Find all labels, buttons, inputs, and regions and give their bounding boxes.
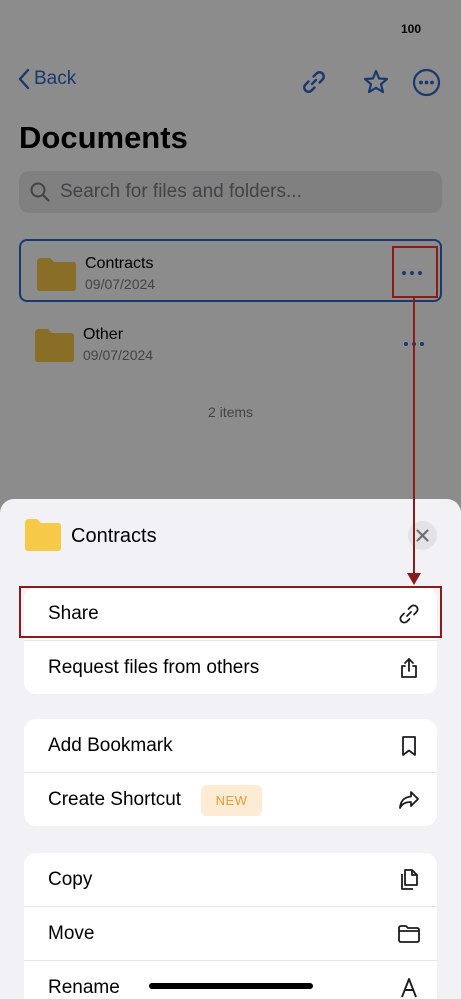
highlight-box-share [19,586,442,638]
highlight-box-more-options [392,246,438,298]
menu-group-file-actions: Copy Move Rename [24,853,437,999]
action-sheet: Contracts Share Request files from other [0,499,461,999]
folder-icon [25,519,61,551]
menu-item-create-shortcut[interactable]: Create Shortcut NEW [24,773,437,826]
menu-item-label: Rename [48,977,120,998]
menu-item-request-files[interactable]: Request files from others [24,641,437,694]
annotation-arrow-head [407,573,421,585]
menu-item-rename[interactable]: Rename [24,961,437,999]
home-indicator [149,983,313,989]
menu-item-add-bookmark[interactable]: Add Bookmark [24,719,437,773]
copy-icon [401,869,418,890]
folder-outline-icon [398,925,420,943]
upload-icon [401,658,417,678]
new-badge: NEW [201,785,262,816]
menu-item-label: Create Shortcut [48,789,182,810]
menu-item-label: Add Bookmark [48,735,173,756]
menu-group-bookmarks: Add Bookmark Create Shortcut NEW [24,719,437,826]
menu-item-label: Copy [48,869,93,890]
bookmark-icon [402,736,416,756]
menu-item-label: Request files from others [48,657,260,678]
rename-icon [401,978,417,998]
menu-item-move[interactable]: Move [24,907,437,961]
sheet-title: Contracts [71,525,157,547]
shortcut-arrow-icon [399,791,419,809]
screen: 14:53 100 Back Documents Search for file… [0,0,461,999]
annotation-arrow-line [413,296,415,574]
menu-item-label: Move [48,923,95,944]
menu-item-copy[interactable]: Copy [24,853,437,907]
